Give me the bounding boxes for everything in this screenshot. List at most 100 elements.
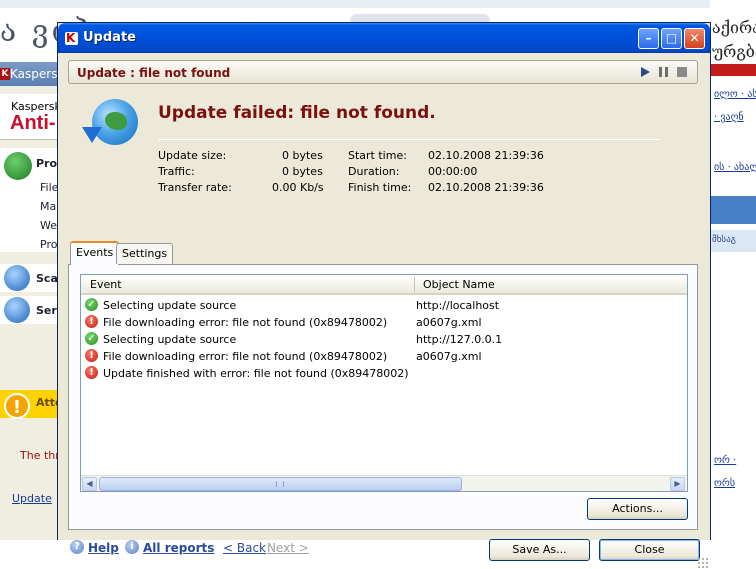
- resize-grip[interactable]: [697, 557, 709, 569]
- column-divider[interactable]: [414, 277, 415, 292]
- kaspersky-k-icon: K: [0, 68, 10, 80]
- scroll-right-button[interactable]: ▶: [670, 477, 685, 491]
- status-header-text: Update : file not found: [77, 66, 231, 80]
- column-header-object[interactable]: Object Name: [423, 278, 495, 291]
- web-link[interactable]: ის · ახალი: [714, 162, 756, 173]
- download-arrow-icon: [82, 127, 102, 143]
- scroll-thumb[interactable]: [99, 477, 462, 491]
- window-body: Update : file not found Update failed: f…: [58, 53, 710, 569]
- object-name: a0607g.xml: [416, 316, 482, 329]
- event-text: Update finished with error: file not fou…: [103, 367, 409, 380]
- events-list[interactable]: Event Object Name ✓ Selecting update sou…: [80, 274, 688, 492]
- status-header: Update : file not found: [68, 60, 698, 84]
- save-as-button[interactable]: Save As...: [489, 539, 590, 561]
- close-window-button[interactable]: ✕: [684, 28, 705, 49]
- warning-icon: !: [4, 393, 30, 419]
- web-link[interactable]: ორ ·: [714, 455, 736, 466]
- tab-events[interactable]: Events: [70, 241, 120, 265]
- all-reports-link[interactable]: All reports: [143, 541, 214, 555]
- update-link[interactable]: Update: [12, 492, 52, 505]
- success-icon: ✓: [85, 298, 98, 311]
- table-row[interactable]: ✓ Selecting update source http://127.0.0…: [81, 331, 687, 348]
- error-icon: !: [85, 315, 98, 328]
- update-window: K Update – □ ✕ Update : file not found U…: [57, 22, 711, 569]
- web-link[interactable]: · ვაღნ: [714, 112, 744, 123]
- result-title: Update failed: file not found.: [158, 103, 436, 123]
- close-icon: ✕: [689, 31, 700, 45]
- stop-icon[interactable]: [677, 67, 687, 77]
- back-link[interactable]: < Back: [223, 541, 266, 555]
- kaspersky-titlebar: K Kaspersky: [0, 62, 62, 86]
- update-size-value: 0 bytes: [282, 149, 323, 162]
- scroll-left-button[interactable]: ◀: [82, 477, 97, 491]
- minimize-button[interactable]: –: [638, 28, 659, 49]
- web-strip-text: მხსაგ: [712, 235, 736, 245]
- maximize-icon: □: [665, 31, 678, 45]
- globe-land: [105, 112, 127, 130]
- transfer-rate-label: Transfer rate:: [158, 181, 232, 194]
- traffic-value: 0 bytes: [282, 165, 323, 178]
- protection-panel: Prot File Mai We Pro: [0, 148, 62, 252]
- event-text: File downloading error: file not found (…: [103, 316, 388, 329]
- tab-settings[interactable]: Settings: [116, 243, 174, 264]
- duration-value: 00:00:00: [428, 165, 478, 178]
- scan-panel[interactable]: Sca: [0, 264, 62, 292]
- finish-time-label: Finish time:: [348, 181, 412, 194]
- table-row[interactable]: ! Update finished with error: file not f…: [81, 365, 687, 382]
- threat-text: The thre: [20, 449, 62, 462]
- protection-item[interactable]: Pro: [40, 238, 57, 251]
- success-icon: ✓: [85, 332, 98, 345]
- chevron-right-icon: ▶: [674, 479, 681, 488]
- minimize-icon: –: [645, 31, 652, 45]
- help-link[interactable]: Help: [88, 541, 119, 555]
- column-header-event[interactable]: Event: [90, 278, 122, 291]
- play-icon[interactable]: [641, 67, 650, 77]
- chevron-left-icon: ◀: [86, 479, 93, 488]
- web-link[interactable]: ორს: [714, 478, 735, 489]
- protection-item[interactable]: We: [40, 219, 57, 232]
- error-icon: !: [85, 366, 98, 379]
- pause-icon[interactable]: [659, 67, 668, 77]
- magnifier-icon: [4, 265, 30, 291]
- start-time-value: 02.10.2008 21:39:36: [428, 149, 544, 162]
- table-row[interactable]: ✓ Selecting update source http://localho…: [81, 297, 687, 314]
- background-strip: [0, 0, 756, 8]
- globe-icon: [4, 297, 30, 323]
- attention-bar: ! Atte: [0, 390, 62, 419]
- kaspersky-main-window: K Kaspersky Kaspersky Anti- Prot File Ma…: [0, 62, 62, 540]
- service-panel[interactable]: Serv: [0, 296, 62, 324]
- help-icon[interactable]: ?: [70, 540, 84, 554]
- umbrella-icon: [4, 152, 32, 180]
- kaspersky-title: Kaspersky: [10, 67, 62, 81]
- table-row[interactable]: ! File downloading error: file not found…: [81, 348, 687, 365]
- background-browser: აქირა ურგბა ილო · ას · ვაღნ ის · ახალი მ…: [710, 0, 756, 540]
- table-row[interactable]: ! File downloading error: file not found…: [81, 314, 687, 331]
- traffic-label: Traffic:: [158, 165, 195, 178]
- protection-item[interactable]: File: [40, 181, 58, 194]
- start-time-label: Start time:: [348, 149, 407, 162]
- window-titlebar[interactable]: K Update – □ ✕: [58, 23, 710, 53]
- events-tab-panel: Event Object Name ✓ Selecting update sou…: [68, 264, 698, 530]
- kaspersky-k-icon: K: [65, 31, 78, 45]
- close-button[interactable]: Close: [599, 539, 700, 561]
- update-size-label: Update size:: [158, 149, 227, 162]
- window-title: Update: [83, 30, 136, 45]
- transfer-rate-value: 0.00 Kb/s: [272, 181, 324, 194]
- finish-time-value: 02.10.2008 21:39:36: [428, 181, 544, 194]
- actions-button[interactable]: Actions...: [587, 498, 688, 520]
- next-link: Next >: [267, 541, 309, 555]
- list-header: Event Object Name: [81, 275, 687, 295]
- object-name: http://localhost: [416, 299, 500, 312]
- web-red-bar: [710, 64, 756, 76]
- maximize-button[interactable]: □: [661, 28, 682, 49]
- web-link[interactable]: ილო · ას: [714, 89, 756, 100]
- web-heading: აქირა: [712, 18, 756, 37]
- kaspersky-logo-bottom: Anti-: [10, 112, 56, 134]
- web-heading: ურგბა: [712, 42, 756, 61]
- horizontal-scrollbar[interactable]: ◀ ▶: [81, 475, 687, 491]
- duration-label: Duration:: [348, 165, 400, 178]
- web-blue-bar: [710, 196, 756, 224]
- object-name: http://127.0.0.1: [416, 333, 503, 346]
- info-icon[interactable]: i: [125, 540, 139, 554]
- scan-label: Sca: [36, 272, 58, 285]
